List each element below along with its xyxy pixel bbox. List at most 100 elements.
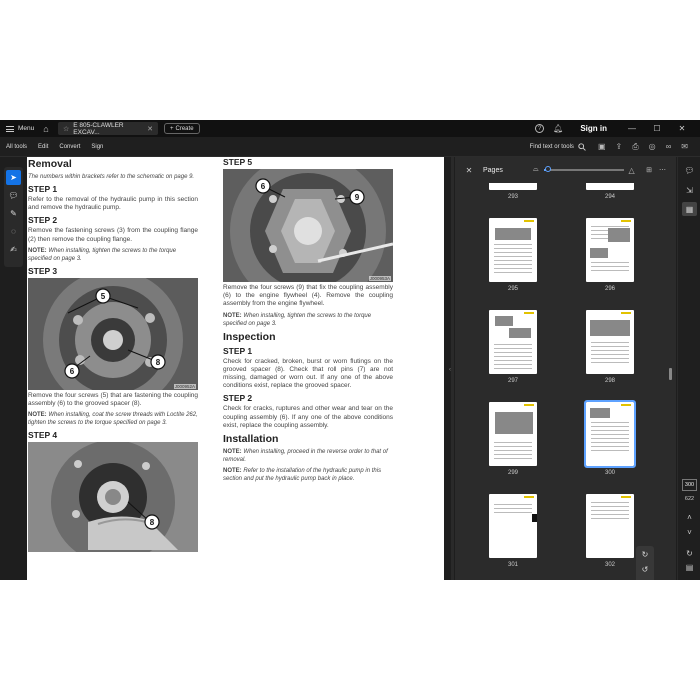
all-tools-menu[interactable]: All tools xyxy=(6,144,27,150)
callout-8-step4: 8 xyxy=(150,518,155,527)
page-number-label: 300 xyxy=(604,470,615,476)
export-icon[interactable]: ⇲ xyxy=(682,183,697,197)
step2-note: NOTE: When installing, tighten the screw… xyxy=(28,247,177,262)
pages-panel-header: ✕ Pages ⌓ △ ⊞ ⋯ xyxy=(455,157,676,183)
slider-thumb[interactable] xyxy=(544,166,551,172)
page-thumbnail-302[interactable] xyxy=(586,494,634,558)
select-tool-icon[interactable]: ➤ xyxy=(6,170,21,185)
prev-page-icon[interactable]: ˄ xyxy=(682,510,697,524)
callout-8: 8 xyxy=(156,358,161,367)
insert-page-icon[interactable]: ⊞ xyxy=(646,166,652,174)
home-icon[interactable]: ⌂ xyxy=(38,124,54,134)
sign-in-button[interactable]: Sign in xyxy=(580,124,607,133)
page-number-label: 299 xyxy=(507,470,518,476)
plus-icon: + xyxy=(170,125,174,132)
installation-note-2: NOTE: Refer to the installation of the h… xyxy=(223,468,382,483)
comment-tool-icon[interactable]: 💬︎ xyxy=(6,188,21,203)
step1-text: Refer to the removal of the hydraulic pu… xyxy=(28,196,198,212)
page-thumbnails: ↻ ↺ 🗑︎ 293 294 295 296 297 298 299 300 301 302 xyxy=(455,183,676,580)
ai-assistant-icon[interactable]: ◎ xyxy=(649,142,656,152)
menu-button[interactable]: Menu xyxy=(0,125,38,132)
page-number-label: 301 xyxy=(507,562,518,568)
close-panel-icon[interactable]: ✕ xyxy=(455,166,483,175)
acrobat-window: Menu ⌂ ☆ E 805-CLAWLER EXCAV... ✕ + Crea… xyxy=(0,120,700,580)
convert-menu[interactable]: Convert xyxy=(59,144,80,150)
maximize-icon[interactable]: ☐ xyxy=(649,124,665,133)
rotate-clockwise-icon[interactable]: ↻ xyxy=(642,550,649,559)
minimize-icon[interactable]: — xyxy=(624,124,640,133)
insp-step2-heading: STEP 2 xyxy=(223,393,253,404)
next-page-icon[interactable]: ˅ xyxy=(682,525,697,539)
callout-6: 6 xyxy=(70,367,75,376)
page-view-icon[interactable]: ▤ xyxy=(682,560,697,574)
photo-code-step5: J000953A xyxy=(368,276,391,281)
document-page: Removal The numbers within brackets refe… xyxy=(27,157,444,580)
upload-icon[interactable]: ⇪ xyxy=(616,142,623,152)
step5-note: NOTE: When installing, tighten the screw… xyxy=(223,312,372,327)
pages-scrollbar[interactable] xyxy=(669,368,672,380)
find-label: Find text or tools xyxy=(529,143,574,150)
small-mountain-icon[interactable]: ⌓ xyxy=(533,166,539,174)
fill-sign-tool-icon[interactable]: ✍︎ xyxy=(6,242,21,257)
insp-step2-text: Check for cracks, ruptures and other wea… xyxy=(223,405,393,429)
pages-panel: ✕ Pages ⌓ △ ⊞ ⋯ ↻ ↺ 🗑︎ 293 294 295 296 297 29… xyxy=(455,157,676,580)
step2-text: Remove the fastening screws (3) from the… xyxy=(28,227,198,243)
close-tab-icon[interactable]: ✕ xyxy=(147,125,153,133)
hamburger-icon xyxy=(6,125,14,132)
lasso-tool-icon[interactable]: ◌ xyxy=(6,224,21,239)
toolbar: All tools Edit Convert Sign Find text or… xyxy=(0,137,700,157)
removal-note: The numbers within brackets refer to the… xyxy=(28,174,195,180)
step3-text: Remove the four screws (5) that are fast… xyxy=(28,391,198,408)
page-thumbnail-298[interactable] xyxy=(586,310,634,374)
callout-9: 9 xyxy=(355,193,360,202)
comments-icon[interactable]: 💬︎ xyxy=(682,163,697,177)
page-thumbnail-294[interactable] xyxy=(586,183,634,190)
more-options-icon[interactable]: ⋯ xyxy=(659,166,666,174)
thumbnails-icon[interactable]: ▦ xyxy=(682,202,697,216)
share-icon[interactable]: ✉︎ xyxy=(681,142,688,152)
step3-heading: STEP 3 xyxy=(28,265,58,276)
create-label: Create xyxy=(175,125,194,132)
coupling-photo-step4: 8 xyxy=(28,442,198,553)
step2-heading: STEP 2 xyxy=(28,215,58,226)
pen-tool-icon[interactable]: ✎ xyxy=(6,206,21,221)
page-thumbnail-299[interactable] xyxy=(489,402,537,466)
current-page-input[interactable]: 300 xyxy=(682,479,697,491)
star-icon[interactable]: ☆ xyxy=(63,125,69,133)
print-icon[interactable]: ⎙ xyxy=(632,142,638,152)
page-number-label: 296 xyxy=(604,286,615,292)
insp-step1-text: Check for cracked, broken, burst or worn… xyxy=(223,357,393,390)
panel-resize-divider[interactable]: ‹ xyxy=(449,157,454,580)
document-tab[interactable]: ☆ E 805-CLAWLER EXCAV... ✕ xyxy=(58,122,158,136)
right-rail: 💬︎ ⇲ ▦ 300 622 ˄ ˅ ↻ ▤ xyxy=(677,157,700,580)
refresh-icon[interactable]: ↻ xyxy=(682,546,697,560)
menu-label: Menu xyxy=(18,125,35,132)
edit-menu[interactable]: Edit xyxy=(38,144,48,150)
coupling-photo-step3: 5 8 6 J000952A xyxy=(28,277,198,390)
page-thumbnail-293[interactable] xyxy=(489,183,537,190)
find-tools-search[interactable]: Find text or tools xyxy=(529,142,586,151)
page-thumbnail-300[interactable] xyxy=(584,400,636,468)
inspection-heading: Inspection xyxy=(223,330,276,343)
create-button[interactable]: + Create xyxy=(164,123,200,134)
page-thumbnail-295[interactable] xyxy=(489,218,537,282)
page-thumbnail-297[interactable] xyxy=(489,310,537,374)
rotate-counterclockwise-icon[interactable]: ↺ xyxy=(642,565,649,574)
large-mountain-icon[interactable]: △ xyxy=(629,166,635,175)
photo-code: J000952A xyxy=(173,383,196,389)
page-column-right: STEP 5 6 9 J000953A Remove the four scre… xyxy=(223,157,393,486)
bell-icon[interactable]: 🔔︎ xyxy=(553,124,563,133)
save-icon[interactable]: ▣ xyxy=(598,142,606,152)
flywheel-photo-step5: 6 9 J000953A xyxy=(223,169,393,282)
page-number-label: 295 xyxy=(507,286,518,292)
page-thumbnail-296[interactable] xyxy=(586,218,634,282)
link-icon[interactable]: ∞ xyxy=(666,142,672,152)
help-icon[interactable]: ? xyxy=(535,124,545,133)
sign-menu[interactable]: Sign xyxy=(91,144,103,150)
step1-heading: STEP 1 xyxy=(28,184,58,194)
page-thumbnail-301[interactable] xyxy=(489,494,537,558)
quick-tools-rail: ➤ 💬︎ ✎ ◌ ✍︎ xyxy=(4,167,23,267)
thumbnail-size-slider[interactable] xyxy=(543,164,624,176)
callout-6-step5: 6 xyxy=(261,182,266,191)
close-window-icon[interactable]: ✕ xyxy=(674,124,690,133)
